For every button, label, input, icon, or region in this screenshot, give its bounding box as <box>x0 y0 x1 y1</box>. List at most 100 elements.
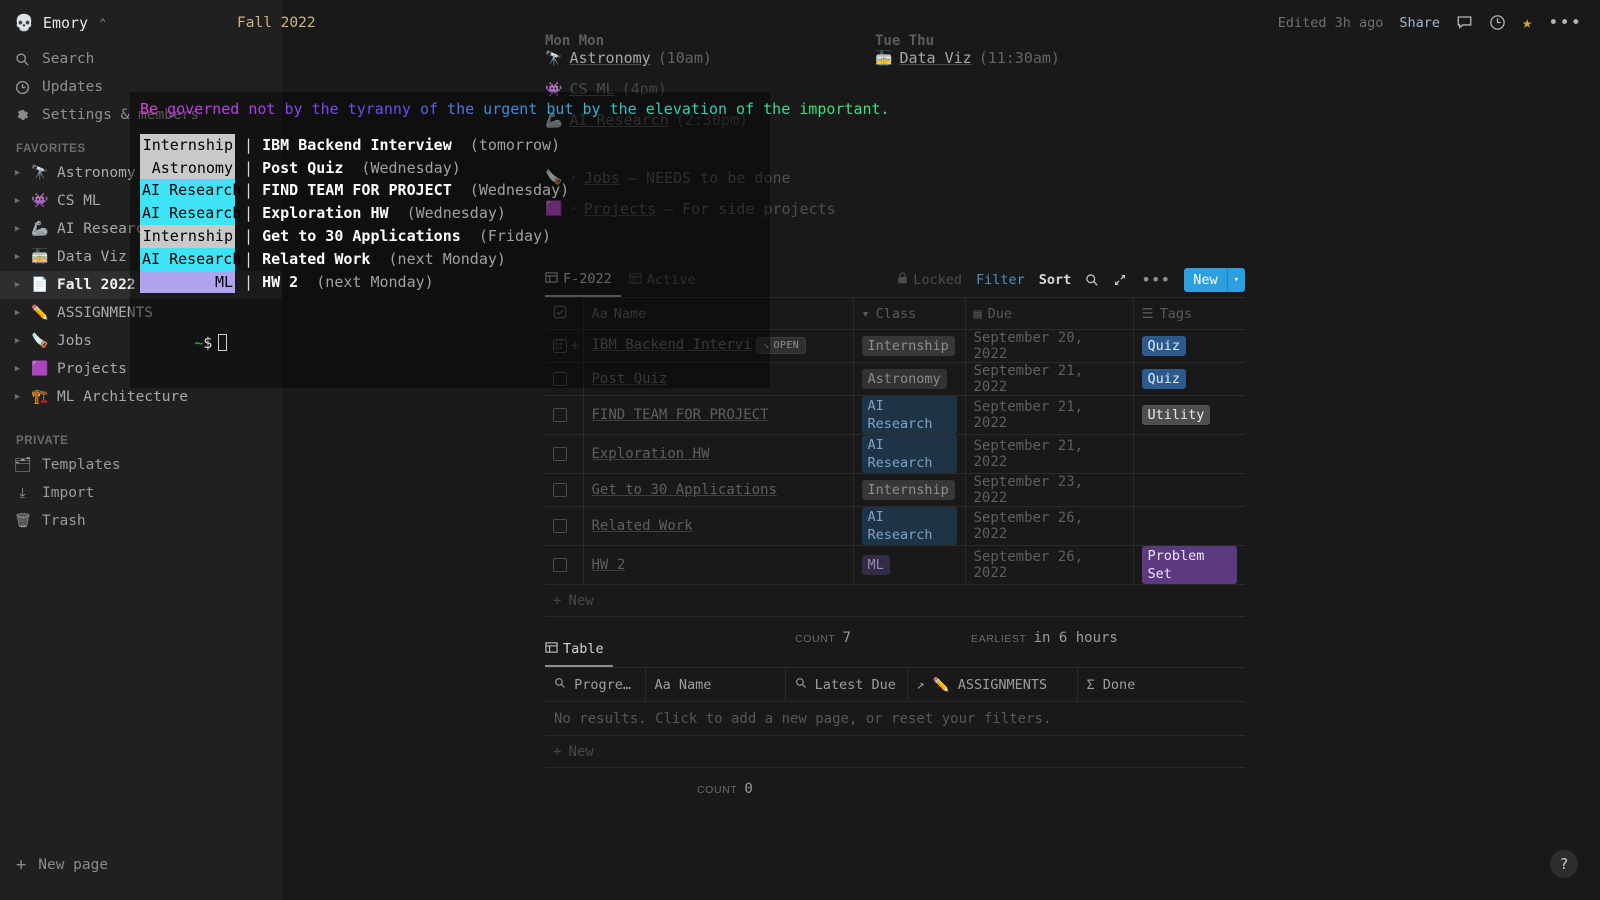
share-button[interactable]: Share <box>1399 15 1440 31</box>
checkbox[interactable] <box>553 558 567 572</box>
add-new-record-row[interactable]: + New <box>545 585 1245 617</box>
sidebar-item-cs-ml[interactable]: ▶ 👾 CS ML <box>0 187 282 215</box>
row-checkbox-cell[interactable] <box>545 434 584 474</box>
cell-name[interactable]: Get to 30 Applications <box>583 473 854 507</box>
cell-due[interactable]: September 20, 2022 <box>965 329 1134 363</box>
column-header-assignments[interactable]: ↗ ✏️ ASSIGNMENTS <box>907 667 1078 702</box>
tab-f-2022[interactable]: F-2022 <box>545 263 621 297</box>
class-item[interactable]: 🦾 AI Research (2:30pm) <box>545 111 875 142</box>
class-item[interactable]: 🚋 Data Viz (11:30am) <box>875 49 1205 80</box>
new-page-button[interactable]: + New page <box>0 850 282 880</box>
expand-icon[interactable] <box>1113 273 1127 287</box>
cell-due[interactable]: September 23, 2022 <box>965 473 1134 507</box>
open-record-button[interactable]: ↘ OPEN <box>756 337 807 354</box>
record-name[interactable]: HW 2 <box>592 557 626 573</box>
history-clock-icon[interactable] <box>1489 14 1506 31</box>
sidebar-item-assignments[interactable]: ▶ ✏️ ASSIGNMENTS <box>0 299 282 327</box>
sidebar-item-trash[interactable]: 🗑 Trash <box>0 507 282 535</box>
chevron-right-icon[interactable]: ▶ <box>12 168 23 178</box>
star-icon[interactable]: ★ <box>1522 13 1532 33</box>
class-name[interactable]: Data Viz <box>899 49 971 67</box>
table-row[interactable]: ⠿ + IBM Backend Intervi ↘ OPEN Internship … <box>545 329 1245 363</box>
class-name[interactable]: CS ML <box>569 80 614 98</box>
sidebar-item-updates[interactable]: Updates <box>0 73 282 101</box>
cell-due[interactable]: September 26, 2022 <box>965 545 1134 585</box>
filter-button[interactable]: Filter <box>976 272 1025 288</box>
column-header-name[interactable]: Aa Name <box>645 667 786 702</box>
row-checkbox-cell[interactable] <box>545 545 584 585</box>
class-item[interactable]: 👾 CS ML (4pm) <box>545 80 875 111</box>
tab-active[interactable]: Active <box>629 263 705 297</box>
class-name[interactable]: AI Research <box>569 111 668 129</box>
cell-tags[interactable]: Utility <box>1133 395 1245 435</box>
cell-name[interactable]: FIND TEAM FOR PROJECT <box>583 395 854 435</box>
new-record-button[interactable]: New ▾ <box>1184 268 1245 292</box>
cell-class[interactable]: Astronomy <box>853 362 966 396</box>
no-results-message[interactable]: No results. Click to add a new page, or … <box>545 702 1245 736</box>
record-name[interactable]: Exploration HW <box>592 446 710 462</box>
checkbox-checked-icon[interactable] <box>553 305 567 323</box>
sidebar-item-data-viz[interactable]: ▶ 🚋 Data Viz <box>0 243 282 271</box>
summary-count[interactable]: COUNT 0 <box>697 781 753 797</box>
row-drag-handles[interactable]: ⠿ + <box>554 338 580 354</box>
checkbox[interactable] <box>553 372 567 386</box>
cell-name[interactable]: Related Work <box>583 506 854 546</box>
cell-name[interactable]: Post Quiz <box>583 362 854 396</box>
sidebar-item-fall-2022[interactable]: ▶ 📄 Fall 2022 <box>0 271 282 299</box>
breadcrumb[interactable]: Fall 2022 <box>237 15 316 31</box>
sidebar-item-ai-research[interactable]: ▶ 🦾 AI Research <box>0 215 282 243</box>
sidebar-item-projects[interactable]: ▶ 🟪 Projects <box>0 355 282 383</box>
search-icon[interactable] <box>1085 273 1099 287</box>
sidebar-item-jobs[interactable]: ▶ 🪚 Jobs <box>0 327 282 355</box>
locked-indicator[interactable]: Locked <box>897 272 962 288</box>
sidebar-item-ml-architecture[interactable]: ▶ 🏗️ ML Architecture <box>0 383 282 411</box>
add-new-record-row[interactable]: + New <box>545 736 1245 768</box>
chevron-right-icon[interactable]: ▶ <box>12 364 23 374</box>
more-menu-icon[interactable]: ••• <box>1548 14 1582 31</box>
cell-name[interactable]: Exploration HW <box>583 434 854 474</box>
sort-button[interactable]: Sort <box>1039 272 1072 288</box>
class-item[interactable]: 🔭 Astronomy (10am) <box>545 49 875 80</box>
comment-icon[interactable] <box>1456 14 1473 31</box>
cell-due[interactable]: September 21, 2022 <box>965 434 1134 474</box>
table-row[interactable]: FIND TEAM FOR PROJECT AI Research Septem… <box>545 395 1245 435</box>
cell-class[interactable]: Internship <box>853 329 966 363</box>
cell-class[interactable]: ML <box>853 545 966 585</box>
cell-tags[interactable] <box>1133 473 1245 507</box>
sidebar-item-import[interactable]: ⤓ Import <box>0 479 282 507</box>
sidebar-item-astronomy[interactable]: ▶ 🔭 Astronomy <box>0 159 282 187</box>
record-name[interactable]: Related Work <box>592 518 693 534</box>
row-checkbox-cell[interactable] <box>545 395 584 435</box>
row-checkbox-cell[interactable] <box>545 473 584 507</box>
column-header-class[interactable]: ▾ Class <box>853 297 966 330</box>
column-header-due[interactable]: ▤ Due <box>965 297 1134 330</box>
cell-tags[interactable]: Quiz <box>1133 329 1245 363</box>
chevron-right-icon[interactable]: ▶ <box>12 252 23 262</box>
cell-class[interactable]: AI Research <box>853 434 966 474</box>
column-header-name[interactable]: Aa Name <box>583 297 854 330</box>
page-link-label[interactable]: Jobs <box>584 169 620 187</box>
checkbox[interactable] <box>553 408 567 422</box>
table-row[interactable]: HW 2 ML September 26, 2022 Problem Set <box>545 545 1245 585</box>
checkbox[interactable] <box>553 519 567 533</box>
table-row[interactable]: Post Quiz Astronomy September 21, 2022 Q… <box>545 362 1245 396</box>
chevron-right-icon[interactable]: ▶ <box>12 336 23 346</box>
page-link-projects[interactable]: 🟪 ↗ Projects — For side projects <box>545 193 1245 224</box>
sidebar-item-search[interactable]: Search <box>0 45 282 73</box>
chevron-right-icon[interactable]: ▶ <box>12 280 23 290</box>
chevron-right-icon[interactable]: ▶ <box>12 196 23 206</box>
sidebar-item-templates[interactable]: 🗂 Templates <box>0 451 282 479</box>
column-header-done[interactable]: Σ Done <box>1077 667 1245 702</box>
column-header-tags[interactable]: ☰ Tags <box>1133 297 1245 330</box>
cell-name[interactable]: HW 2 <box>583 545 854 585</box>
cell-due[interactable]: September 26, 2022 <box>965 506 1134 546</box>
chevron-right-icon[interactable]: ▶ <box>12 308 23 318</box>
cell-name[interactable]: ⠿ + IBM Backend Intervi ↘ OPEN <box>554 329 854 363</box>
record-name[interactable]: Get to 30 Applications <box>592 482 777 498</box>
checkbox[interactable] <box>553 447 567 461</box>
column-header-latest-due[interactable]: Latest Due <box>785 667 908 702</box>
tab-table[interactable]: Table <box>545 633 613 667</box>
page-link-label[interactable]: Projects <box>584 200 656 218</box>
table-row[interactable]: Related Work AI Research September 26, 2… <box>545 506 1245 546</box>
page-link-jobs[interactable]: 🪚 ↗ Jobs — NEEDS to be done <box>545 162 1245 193</box>
